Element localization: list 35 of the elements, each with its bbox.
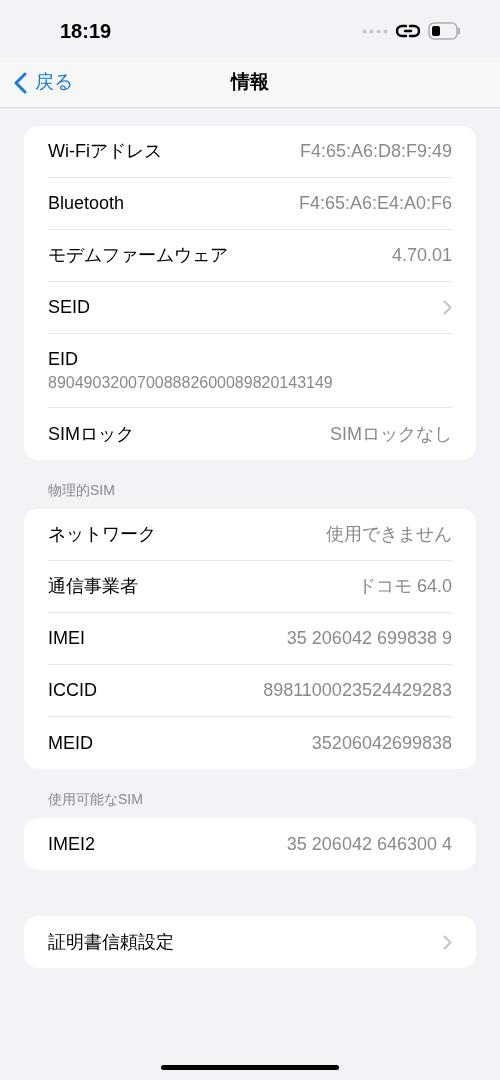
signal-dots-icon: [362, 28, 388, 34]
status-time: 18:19: [60, 19, 112, 44]
row-label: IMEI2: [48, 832, 95, 856]
list-row[interactable]: SEID: [48, 282, 452, 334]
row-label: ネットワーク: [48, 523, 156, 546]
row-value: 8981100023524429283: [263, 679, 452, 702]
row-label: SIMロック: [48, 422, 134, 446]
row-label: MEID: [48, 731, 93, 755]
row-value: 89049032007008882600089820143149: [48, 372, 333, 393]
chevron-right-icon: [443, 934, 452, 950]
row-label: 通信事業者: [48, 575, 138, 598]
section-header: 物理的SIM: [47, 481, 115, 500]
page-title: 情報: [231, 70, 269, 95]
chevron-right-icon: [443, 300, 452, 315]
row-label: モデムファームウェア: [48, 244, 228, 267]
row-label: ICCID: [48, 679, 97, 702]
row-value: F4:65:A6:E4:A0:F6: [298, 192, 452, 215]
row-value: SIMロックなし: [330, 422, 452, 446]
row-label: EID: [48, 347, 78, 371]
row-value: F4:65:A6:D8:F9:49: [299, 140, 452, 163]
back-chevron-icon: [14, 71, 27, 94]
back-button[interactable]: 戻る: [0, 68, 73, 97]
link-icon: [396, 22, 420, 40]
row-value: 35 206042 646300 4: [286, 832, 452, 856]
row-value: 使用できません: [326, 523, 452, 546]
row-value: 4.70.01: [391, 244, 452, 267]
row-value: 35206042699838: [311, 731, 452, 755]
row-value: 35 206042 699838 9: [286, 627, 452, 650]
section-header: 使用可能なSIM: [47, 790, 143, 809]
battery-icon: [428, 22, 462, 40]
row-label: IMEI: [48, 627, 85, 650]
list-row[interactable]: 証明書信頼設定: [48, 916, 452, 968]
row-label: Bluetooth: [48, 192, 125, 215]
row-label: Wi-Fiアドレス: [48, 140, 162, 163]
row-value: ドコモ 64.0: [357, 575, 452, 598]
